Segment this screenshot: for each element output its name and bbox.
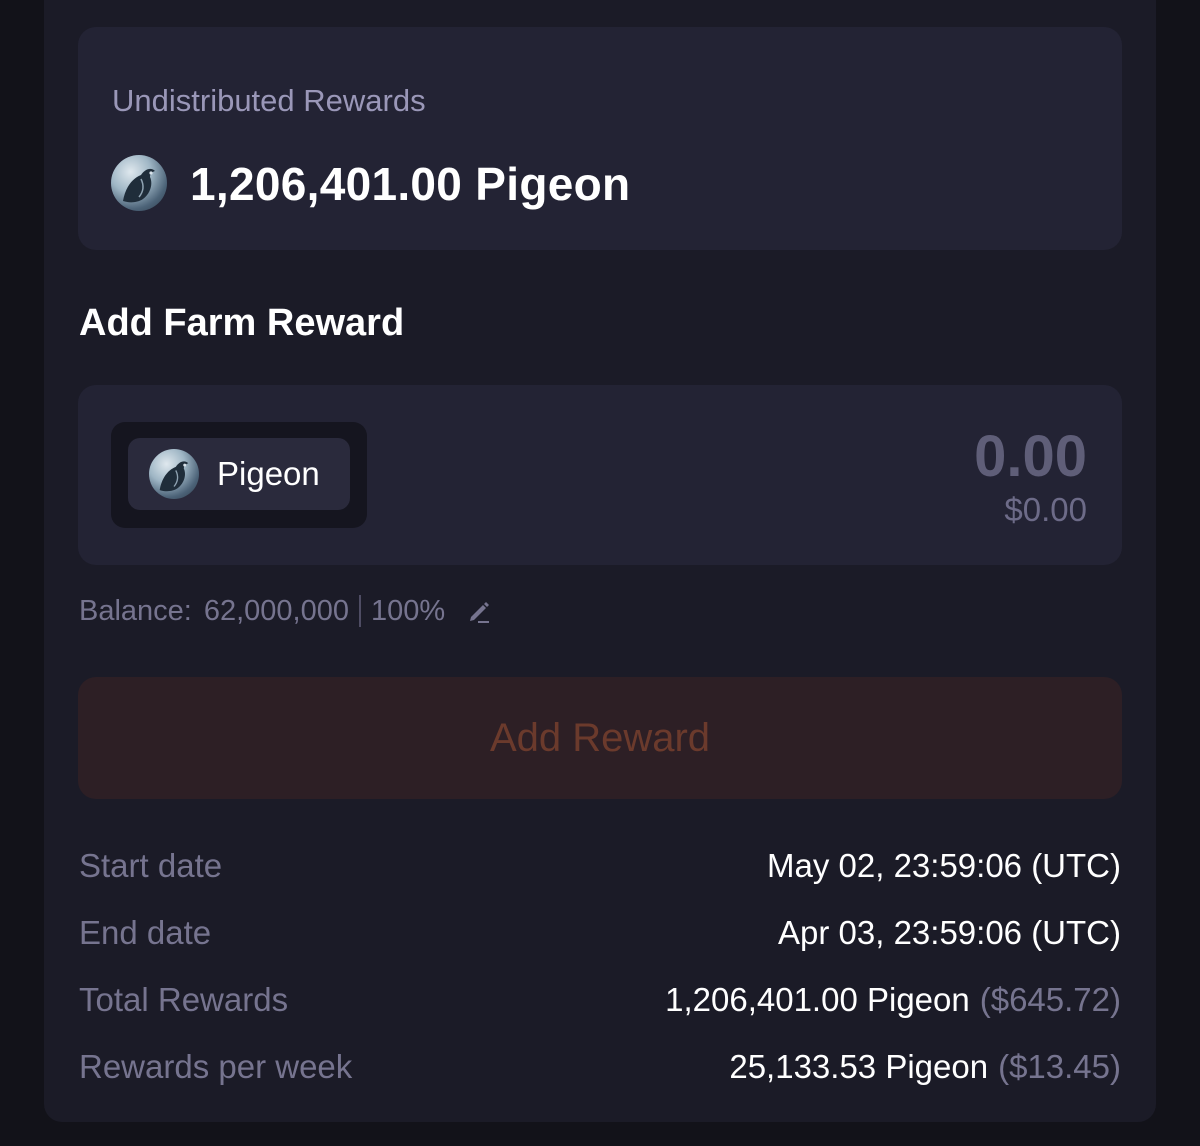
total-rewards-label: Total Rewards [79, 981, 289, 1018]
balance-label: Balance: [79, 594, 192, 627]
undistributed-rewards-label: Undistributed Rewards [112, 83, 426, 118]
balance-row: Balance: 62,000,000 100% [79, 592, 493, 630]
weekly-rewards-value: 25,133.53 Pigeon [729, 1048, 989, 1085]
undistributed-rewards-card: Undistributed Rewards 1,206,401.00 Pigeo… [78, 27, 1122, 250]
start-date-row: Start date May 02, 23:59:06 (UTC) [79, 844, 1121, 888]
start-date-label: Start date [79, 847, 223, 884]
balance-divider [359, 595, 362, 627]
pigeon-token-icon [111, 155, 167, 211]
pigeon-token-icon [149, 449, 199, 499]
token-select-label: Pigeon [217, 455, 320, 492]
weekly-rewards-row: Rewards per week 25,133.53 Pigeon ($13.45… [79, 1045, 1121, 1089]
balance-percent[interactable]: 100% [371, 595, 445, 628]
end-date-row: End date Apr 03, 23:59:06 (UTC) [79, 911, 1121, 955]
reward-input-card: Pigeon $0.00 [78, 385, 1122, 565]
weekly-rewards-value-group: 25,133.53 Pigeon ($13.45) [729, 1048, 1121, 1086]
end-date-value: Apr 03, 23:59:06 (UTC) [778, 914, 1121, 951]
add-farm-reward-title: Add Farm Reward [79, 302, 405, 344]
end-date-label: End date [79, 914, 212, 951]
total-rewards-value-group: 1,206,401.00 Pigeon ($645.72) [665, 981, 1121, 1019]
add-reward-button[interactable]: Add Reward [78, 677, 1122, 799]
balance-value[interactable]: 62,000,000 [204, 595, 349, 628]
weekly-rewards-label: Rewards per week [79, 1048, 353, 1085]
reward-amount-input[interactable] [687, 423, 1087, 490]
total-rewards-row: Total Rewards 1,206,401.00 Pigeon ($645.7… [79, 978, 1121, 1022]
token-select-wrapper: Pigeon [111, 422, 367, 528]
undistributed-rewards-amount: 1,206,401.00 Pigeon [190, 158, 631, 210]
weekly-rewards-usd: ($13.45) [998, 1048, 1121, 1085]
total-rewards-usd: ($645.72) [979, 981, 1121, 1018]
pencil-icon[interactable] [465, 597, 493, 625]
total-rewards-value: 1,206,401.00 Pigeon [665, 981, 970, 1018]
reward-amount-usd: $0.00 [1004, 491, 1087, 528]
start-date-value: May 02, 23:59:06 (UTC) [767, 847, 1121, 884]
token-select-button[interactable]: Pigeon [128, 438, 350, 510]
